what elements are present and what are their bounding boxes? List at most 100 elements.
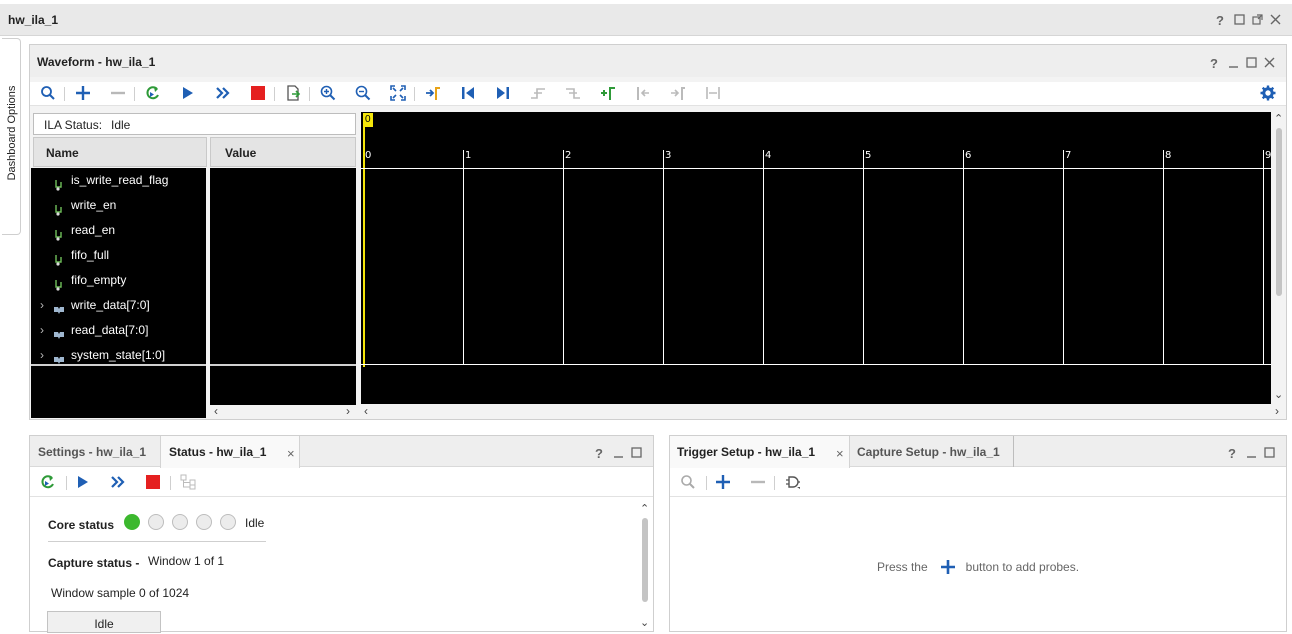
- scroll-up-icon[interactable]: ⌃: [1274, 112, 1283, 125]
- run-trigger-icon[interactable]: [72, 471, 94, 493]
- scroll-left-icon[interactable]: ‹: [364, 404, 368, 418]
- help-icon[interactable]: ?: [1216, 14, 1224, 28]
- help-icon[interactable]: ?: [595, 447, 603, 461]
- signal-name: fifo_full: [71, 248, 110, 262]
- timeline-gridline: [963, 150, 964, 364]
- run-immediate-icon[interactable]: [212, 82, 234, 104]
- signal-row[interactable]: fifo_empty: [31, 268, 206, 293]
- minimize-icon[interactable]: [1246, 447, 1257, 461]
- search-icon[interactable]: [677, 471, 699, 493]
- stop-icon[interactable]: [247, 82, 269, 104]
- previous-transition-icon[interactable]: [527, 82, 549, 104]
- close-icon[interactable]: [1264, 57, 1275, 71]
- signal-row[interactable]: read_en: [31, 218, 206, 243]
- go-to-start-icon[interactable]: [457, 82, 479, 104]
- scroll-thumb[interactable]: [1276, 128, 1282, 296]
- add-icon[interactable]: [72, 82, 94, 104]
- dashboard-options-tab[interactable]: Dashboard Options: [2, 38, 21, 235]
- maximize-icon[interactable]: [1264, 447, 1275, 461]
- hint-text-before: Press the: [876, 560, 928, 574]
- zoom-out-icon[interactable]: [352, 82, 374, 104]
- bit-probe-icon: [53, 175, 65, 191]
- expand-chevron-icon[interactable]: ›: [31, 318, 53, 343]
- signal-row[interactable]: fifo_full: [31, 243, 206, 268]
- help-icon[interactable]: ?: [1210, 57, 1218, 71]
- swap-cursors-icon[interactable]: [702, 82, 724, 104]
- run-immediate-icon[interactable]: [107, 471, 129, 493]
- add-marker-icon[interactable]: [597, 82, 619, 104]
- core-status-leds: [124, 514, 236, 530]
- go-to-cursor-icon[interactable]: [422, 82, 444, 104]
- maximize-icon[interactable]: [1246, 57, 1257, 71]
- add-probe-icon[interactable]: [712, 471, 734, 493]
- next-transition-icon[interactable]: [562, 82, 584, 104]
- value-hscrollbar[interactable]: ‹ ›: [210, 404, 356, 418]
- stop-icon[interactable]: [142, 471, 164, 493]
- help-icon[interactable]: ?: [1228, 447, 1236, 461]
- status-toolbar: [30, 471, 653, 497]
- ila-status-value: Idle: [111, 118, 131, 132]
- timeline-bottom-rule: [361, 364, 1271, 365]
- timeline-axis: [361, 168, 1271, 169]
- timeline-tick-label: 0: [365, 150, 372, 161]
- timeline-tick-label: 1: [465, 150, 472, 161]
- timeline-gridline: [663, 150, 664, 364]
- settings-gear-icon[interactable]: [1257, 82, 1279, 104]
- remove-probe-icon[interactable]: [747, 471, 769, 493]
- waveform-hscrollbar[interactable]: ‹ ›: [361, 404, 1286, 419]
- export-icon[interactable]: [282, 82, 304, 104]
- timeline-tick-label: 2: [565, 150, 572, 161]
- scroll-thumb[interactable]: [642, 518, 648, 602]
- scroll-down-icon[interactable]: ⌄: [1274, 388, 1283, 401]
- logic-gate-icon[interactable]: [782, 471, 804, 493]
- tab-close-icon[interactable]: ×: [287, 446, 295, 461]
- expand-chevron-icon[interactable]: ›: [31, 293, 53, 318]
- tab-settings[interactable]: Settings - hw_ila_1: [30, 436, 158, 467]
- scroll-down-icon[interactable]: ⌄: [640, 616, 649, 629]
- search-icon[interactable]: [37, 82, 59, 104]
- go-to-end-icon[interactable]: [492, 82, 514, 104]
- add-probe-hint-icon[interactable]: [940, 559, 956, 575]
- minimize-icon[interactable]: [1228, 57, 1239, 71]
- status-led: [148, 514, 164, 530]
- maximize-icon[interactable]: [1234, 14, 1245, 28]
- float-icon[interactable]: [1252, 14, 1263, 28]
- scroll-right-icon[interactable]: ›: [1275, 404, 1279, 418]
- name-column-header[interactable]: Name: [33, 137, 207, 167]
- previous-marker-icon[interactable]: [632, 82, 654, 104]
- status-led-active: [124, 514, 140, 530]
- maximize-icon[interactable]: [631, 447, 642, 461]
- signal-name: fifo_empty: [71, 273, 127, 287]
- waveform-vscrollbar[interactable]: ⌃ ⌄: [1272, 112, 1286, 404]
- tab-close-icon[interactable]: ×: [836, 446, 844, 461]
- tab-trigger-setup[interactable]: Trigger Setup - hw_ila_1 ×: [670, 436, 850, 468]
- signal-row[interactable]: is_write_read_flag: [31, 168, 206, 193]
- scroll-up-icon[interactable]: ⌃: [640, 502, 649, 515]
- remove-icon[interactable]: [107, 82, 129, 104]
- refresh-icon[interactable]: [37, 471, 59, 493]
- zoom-fit-icon[interactable]: [387, 82, 409, 104]
- value-column-header[interactable]: Value: [210, 137, 356, 167]
- run-trigger-icon[interactable]: [177, 82, 199, 104]
- tab-status[interactable]: Status - hw_ila_1 ×: [160, 436, 300, 468]
- zoom-in-icon[interactable]: [317, 82, 339, 104]
- close-icon[interactable]: [1270, 14, 1281, 28]
- scroll-left-icon[interactable]: ‹: [214, 404, 218, 418]
- signal-name: read_en: [71, 223, 116, 237]
- idle-button[interactable]: Idle: [47, 611, 161, 633]
- next-marker-icon[interactable]: [667, 82, 689, 104]
- timeline-tick-label: 4: [765, 150, 772, 161]
- minimize-icon[interactable]: [613, 447, 624, 461]
- hierarchy-icon[interactable]: [177, 471, 199, 493]
- signal-row[interactable]: write_en: [31, 193, 206, 218]
- status-vscrollbar[interactable]: ⌃ ⌄: [638, 502, 652, 631]
- scroll-right-icon[interactable]: ›: [346, 404, 350, 418]
- signal-row[interactable]: › read_data[7:0]: [31, 318, 206, 343]
- timeline-tick-label: 6: [965, 150, 972, 161]
- waveform-canvas[interactable]: 0 0123456789: [361, 112, 1271, 404]
- signal-row[interactable]: › write_data[7:0]: [31, 293, 206, 318]
- refresh-icon[interactable]: [142, 82, 164, 104]
- status-panel-tabbar: Settings - hw_ila_1 Status - hw_ila_1 × …: [30, 436, 653, 468]
- ila-status-field: ILA Status: Idle: [33, 113, 356, 135]
- tab-capture-setup[interactable]: Capture Setup - hw_ila_1: [852, 436, 1014, 467]
